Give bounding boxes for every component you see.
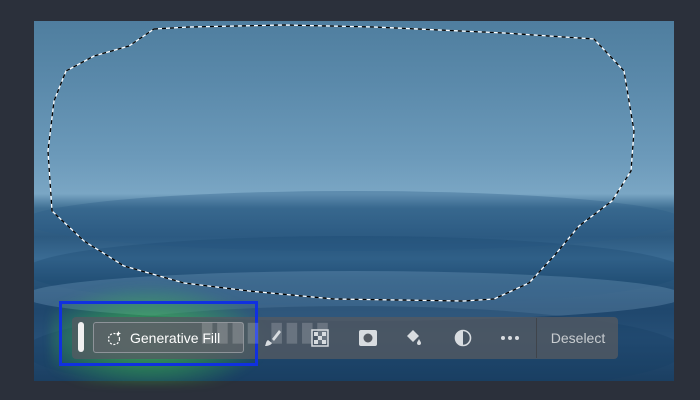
deselect-button[interactable]: Deselect — [536, 318, 619, 358]
paint-bucket-icon[interactable] — [401, 326, 425, 350]
adjustment-icon[interactable] — [451, 326, 475, 350]
brush-icon[interactable] — [261, 326, 285, 350]
more-icon[interactable] — [498, 326, 522, 350]
transparency-checker-icon[interactable] — [308, 326, 332, 350]
mask-icon[interactable] — [356, 326, 380, 350]
deselect-label: Deselect — [550, 330, 606, 346]
